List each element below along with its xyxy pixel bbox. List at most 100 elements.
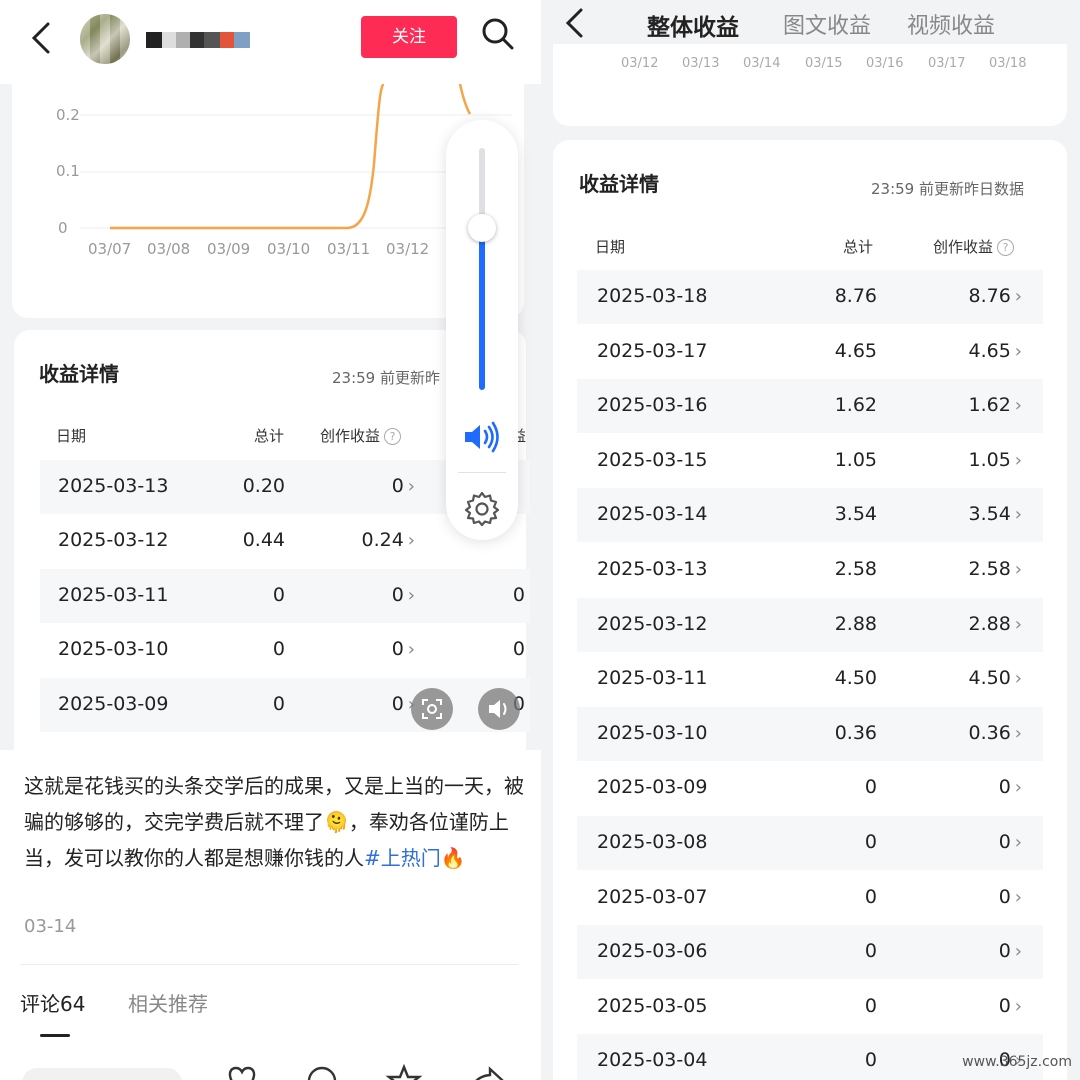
row-date: 2025-03-13 <box>597 558 708 580</box>
table-row[interactable]: 2025-03-12 2.88 2.88 › <box>577 597 1043 652</box>
table-row[interactable]: 2025-03-09 0 0 › <box>577 761 1043 815</box>
row-creation: 0› <box>927 776 1022 798</box>
chevron-right-icon: › <box>1014 504 1022 526</box>
table-row[interactable]: 2025-03-08 0 0 › <box>577 816 1043 870</box>
table-row[interactable]: 2025-03-11 0 0 › 0 <box>40 569 530 623</box>
row-date: 2025-03-12 <box>597 612 708 635</box>
help-icon[interactable]: ? <box>997 239 1015 256</box>
row-creation: 4.50 › <box>927 667 1022 689</box>
table-row[interactable]: 2025-03-13 2.58 2.58 › <box>577 543 1043 597</box>
volume-panel <box>446 120 518 540</box>
chevron-right-icon: › <box>1014 777 1022 799</box>
row-date: 2025-03-11 <box>58 584 169 606</box>
table-row[interactable]: 2025-03-14 3.54 3.54 › <box>577 488 1043 543</box>
x-tick-label: 03/12 <box>386 240 430 258</box>
row-creation-value: 0 <box>998 940 1011 963</box>
post-date: 03-14 <box>24 916 77 937</box>
earnings-chart-card: 03/12 03/13 03/14 03/15 03/16 03/17 03/1… <box>553 44 1067 126</box>
row-total: 0 <box>864 885 877 908</box>
row-creation: 0› <box>927 886 1022 908</box>
row-creation: 0› <box>340 475 415 497</box>
chevron-right-icon: › <box>1014 941 1022 963</box>
row-creation: 0› <box>927 940 1022 962</box>
row-total: 0.20 <box>242 475 285 497</box>
x-tick-label: 03/08 <box>147 240 191 258</box>
back-arrow-icon[interactable] <box>22 18 62 58</box>
table-row[interactable]: 2025-03-09 0 0› 0 <box>40 678 530 732</box>
star-icon[interactable] <box>384 1064 424 1080</box>
row-creation: 0› <box>927 995 1022 1017</box>
screenshot-button[interactable] <box>411 688 453 730</box>
row-creation: 1.62 › <box>927 394 1022 416</box>
comment-icon[interactable] <box>302 1064 342 1080</box>
share-icon[interactable] <box>466 1064 506 1080</box>
row-date: 2025-03-16 <box>597 394 708 417</box>
table-row[interactable]: 2025-03-05 0 0 › <box>577 980 1043 1034</box>
help-icon[interactable]: ? <box>384 428 402 445</box>
table-row[interactable]: 2025-03-17 4.65 4.65 › <box>577 325 1043 379</box>
row-total: 0 <box>864 776 877 799</box>
row-total: 8.76 <box>834 285 877 307</box>
row-total: 0 <box>272 693 285 715</box>
chevron-right-icon: › <box>407 476 415 497</box>
row-extra: 0 <box>512 638 525 660</box>
gear-icon[interactable] <box>463 490 501 528</box>
update-note: 23:59 前更新昨 <box>332 369 440 387</box>
row-creation: 0› <box>340 584 415 606</box>
y-tick-label: 0 <box>58 219 68 237</box>
tab-overall-earnings[interactable]: 整体收益 <box>647 8 739 42</box>
row-date: 2025-03-14 <box>597 503 708 526</box>
speaker-volume-icon[interactable] <box>462 420 502 454</box>
row-creation-value: 8.76 <box>968 285 1011 307</box>
x-tick-label: 03/17 <box>928 56 966 71</box>
comment-input[interactable] <box>22 1068 182 1080</box>
row-creation-value: 0 <box>391 475 404 497</box>
row-creation-value: 0 <box>998 776 1011 799</box>
row-total: 0 <box>864 831 877 853</box>
sound-toggle-button[interactable] <box>478 688 520 730</box>
row-creation-value: 0 <box>391 638 404 660</box>
hashtag-link[interactable]: #上热门 <box>364 846 441 870</box>
y-tick-label: 0.1 <box>56 162 80 180</box>
row-creation: 0› <box>340 638 415 660</box>
blurred-username <box>146 32 258 48</box>
table-row[interactable]: 2025-03-18 8.76 8.76 › <box>577 270 1043 324</box>
tab-related[interactable]: 相关推荐 <box>128 988 208 1017</box>
avatar[interactable] <box>80 14 130 64</box>
table-row[interactable]: 2025-03-06 0 0 › <box>577 925 1043 980</box>
col-header-creation: 创作收益? <box>933 236 1015 257</box>
table-row[interactable]: 2025-03-07 0 0 › <box>577 871 1043 925</box>
row-total: 0.44 <box>242 529 285 551</box>
row-total: 0 <box>272 584 285 606</box>
row-creation: 0› <box>340 693 415 715</box>
row-total: 2.58 <box>834 558 877 580</box>
table-row[interactable]: 2025-03-10 0 0 › 0 <box>40 623 530 677</box>
row-creation-value: 0 <box>391 584 404 606</box>
chevron-right-icon: › <box>1014 995 1022 1017</box>
follow-button[interactable]: 关注 <box>361 16 457 58</box>
volume-slider-handle[interactable] <box>468 213 496 242</box>
tab-article-earnings[interactable]: 图文收益 <box>783 8 871 40</box>
right-screenshot: 整体收益 图文收益 视频收益 03/12 03/13 03/14 03/15 0… <box>541 0 1080 1080</box>
watermark: www.365jz.com <box>962 1054 1072 1070</box>
tab-video-earnings[interactable]: 视频收益 <box>907 8 995 40</box>
x-tick-label: 03/13 <box>682 56 720 71</box>
divider <box>20 964 518 965</box>
back-arrow-icon[interactable] <box>559 6 589 40</box>
row-date: 2025-03-07 <box>597 885 708 908</box>
row-total: 0 <box>864 1049 877 1072</box>
table-row[interactable]: 2025-03-16 1.62 1.62 › <box>577 379 1043 434</box>
table-row[interactable]: 2025-03-15 1.05 1.05 › <box>577 434 1043 488</box>
chevron-right-icon: › <box>1014 668 1022 690</box>
row-total: 1.05 <box>834 448 877 471</box>
heart-icon[interactable] <box>222 1064 262 1080</box>
x-tick-label: 03/14 <box>743 56 781 71</box>
row-creation-value: 4.65 <box>968 339 1011 362</box>
search-icon[interactable] <box>480 16 516 52</box>
fire-emoji: 🔥 <box>440 846 466 870</box>
table-row[interactable]: 2025-03-10 0.36 0.36 › <box>577 706 1043 761</box>
col-header-total: 总计 <box>843 238 874 256</box>
row-creation: 0› <box>927 831 1022 853</box>
tab-comments[interactable]: 评论64 <box>20 988 85 1017</box>
table-row[interactable]: 2025-03-11 4.50 4.50 › <box>577 652 1043 706</box>
